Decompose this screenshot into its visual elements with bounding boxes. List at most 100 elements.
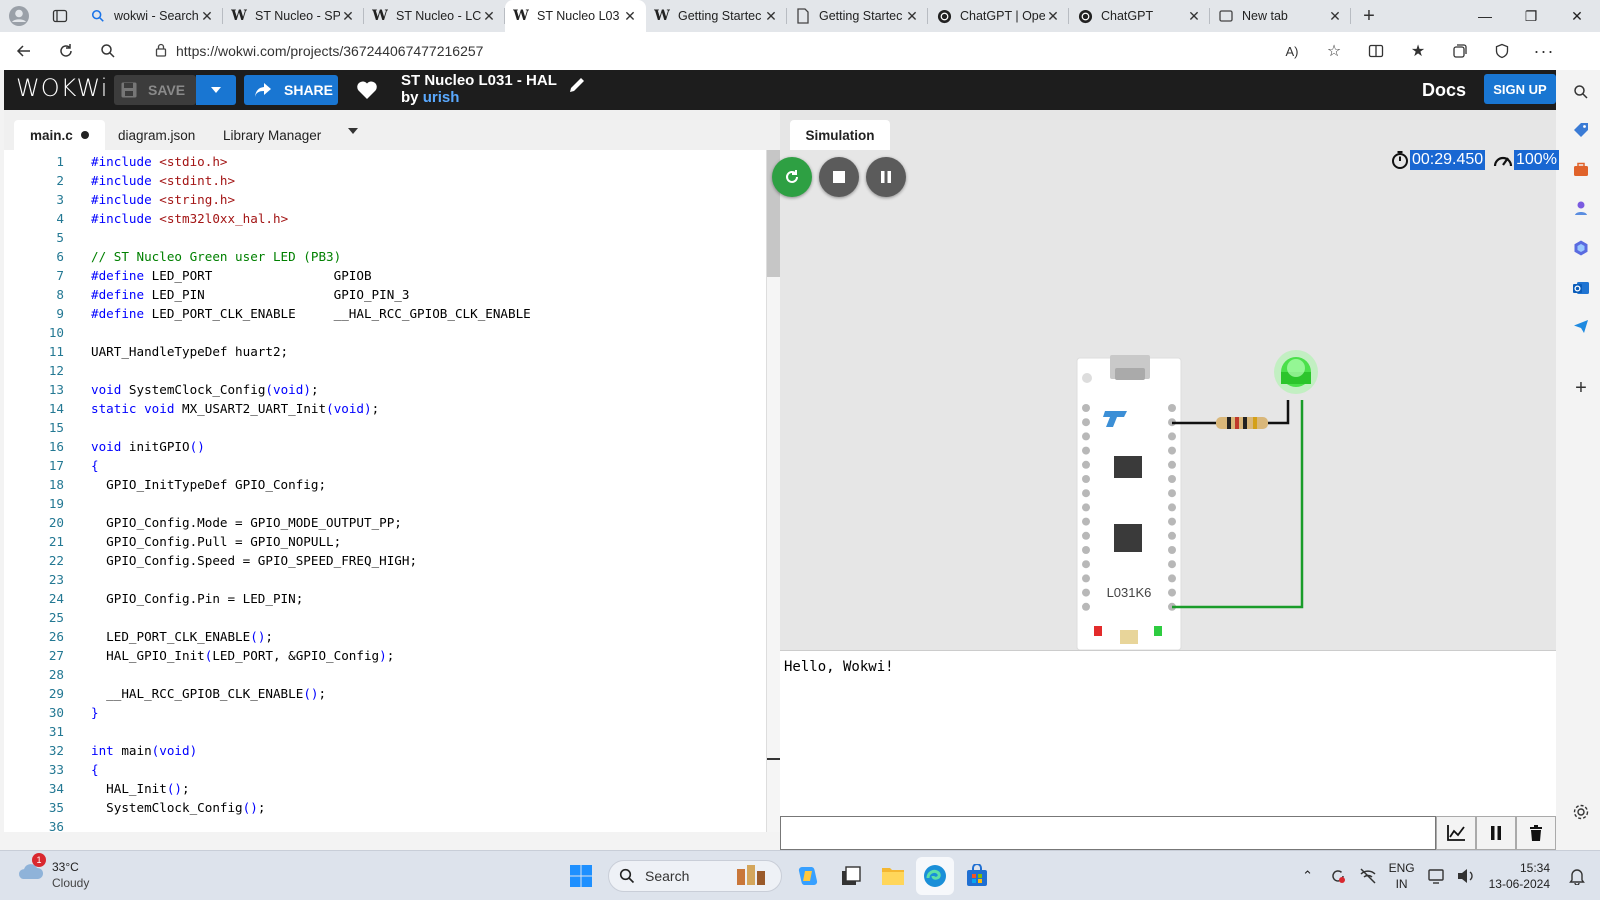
taskbar-task-view[interactable] — [832, 857, 870, 895]
lock-icon[interactable] — [146, 43, 176, 60]
url-text[interactable]: https://wokwi.com/projects/3672440674772… — [176, 43, 483, 59]
weather-widget[interactable]: 1 33°C Cloudy — [18, 853, 89, 891]
read-aloud-icon[interactable]: A) — [1274, 36, 1310, 66]
browser-tab[interactable]: W Getting Startec ✕ — [646, 0, 787, 32]
tab-diagram-json[interactable]: diagram.json — [102, 120, 211, 150]
code-line[interactable]: 9 #define LED_PORT_CLK_ENABLE __HAL_RCC_G… — [4, 304, 754, 323]
close-tab-icon[interactable]: ✕ — [1045, 8, 1061, 25]
code-line[interactable]: 12 — [4, 361, 754, 380]
browser-essentials-icon[interactable] — [1484, 36, 1520, 66]
close-tab-icon[interactable]: ✕ — [340, 8, 356, 25]
add-sidebar-app-icon[interactable]: + — [1569, 376, 1593, 400]
save-button[interactable]: SAVE — [114, 75, 196, 105]
outlook-icon[interactable] — [1569, 276, 1593, 300]
code-line[interactable]: 3 #include <string.h> — [4, 190, 754, 209]
code-line[interactable]: 6 // ST Nucleo Green user LED (PB3) — [4, 247, 754, 266]
circuit-canvas[interactable]: L031K6 — [780, 110, 1556, 650]
code-line[interactable]: 2 #include <stdint.h> — [4, 171, 754, 190]
browser-tab[interactable]: wokwi - Search ✕ — [82, 0, 223, 32]
search-button[interactable] — [90, 35, 126, 67]
docs-link[interactable]: Docs — [1422, 80, 1466, 101]
shopping-tag-icon[interactable] — [1569, 118, 1593, 142]
profile-button[interactable] — [0, 0, 38, 32]
close-tab-icon[interactable]: ✕ — [481, 8, 497, 25]
wokwi-logo[interactable]: WOKWi — [16, 74, 108, 102]
send-icon[interactable] — [1569, 314, 1593, 338]
taskbar-edge[interactable] — [916, 857, 954, 895]
favorites-icon[interactable]: ★ — [1400, 36, 1436, 66]
refresh-button[interactable] — [48, 35, 84, 67]
resistor[interactable] — [1216, 417, 1268, 429]
notification-bell-icon[interactable] — [1562, 867, 1592, 885]
taskbar-file-explorer[interactable] — [874, 857, 912, 895]
show-hidden-icons-chevron[interactable]: ⌃ — [1293, 868, 1323, 884]
clear-serial-button[interactable] — [1516, 816, 1556, 850]
code-line[interactable]: 30} — [4, 703, 754, 722]
code-line[interactable]: 16 void initGPIO() — [4, 437, 754, 456]
browser-tab[interactable]: ChatGPT | Ope ✕ — [928, 0, 1069, 32]
code-line[interactable]: 19 — [4, 494, 754, 513]
code-line[interactable]: 35 SystemClock_Config(); — [4, 798, 754, 817]
browser-tab[interactable]: Getting Startec ✕ — [787, 0, 928, 32]
volume-icon[interactable] — [1451, 867, 1481, 885]
code-line[interactable]: 24 GPIO_Config.Pin = LED_PIN; — [4, 589, 754, 608]
code-line[interactable]: 28 — [4, 665, 754, 684]
code-line[interactable]: 27 HAL_GPIO_Init(LED_PORT, &GPIO_Config)… — [4, 646, 754, 665]
split-screen-icon[interactable] — [1358, 36, 1394, 66]
back-button[interactable] — [6, 35, 42, 67]
restore-button[interactable]: ❐ — [1508, 0, 1554, 32]
code-line[interactable]: 15 — [4, 418, 754, 437]
sidebar-search-icon[interactable] — [1569, 80, 1593, 104]
sidebar-settings-icon[interactable] — [1569, 800, 1593, 824]
code-line[interactable]: 26 LED_PORT_CLK_ENABLE(); — [4, 627, 754, 646]
editor-scrollbar[interactable] — [766, 150, 781, 832]
close-tab-icon[interactable]: ✕ — [199, 8, 215, 25]
code-line[interactable]: 29 __HAL_RCC_GPIOB_CLK_ENABLE(); — [4, 684, 754, 703]
browser-tab[interactable]: New tab ✕ — [1210, 0, 1351, 32]
green-led[interactable] — [1274, 350, 1318, 394]
taskbar-search[interactable]: Search — [608, 860, 782, 892]
save-options-dropdown[interactable] — [196, 75, 236, 105]
close-tab-icon[interactable]: ✕ — [1327, 8, 1343, 25]
system-clock[interactable]: 15:34 13-06-2024 — [1489, 860, 1550, 892]
tab-library-manager[interactable]: Library Manager — [207, 120, 337, 150]
code-line[interactable]: 11 UART_HandleTypeDef huart2; — [4, 342, 754, 361]
url-field[interactable]: https://wokwi.com/projects/3672440674772… — [146, 36, 1306, 66]
microsoft365-icon[interactable] — [1569, 236, 1593, 260]
favorite-star-icon[interactable]: ☆ — [1316, 36, 1352, 66]
plotter-button[interactable] — [1436, 816, 1476, 850]
browser-tab[interactable]: W ST Nucleo - SP ✕ — [223, 0, 364, 32]
tab-main-c[interactable]: main.c — [14, 120, 105, 150]
code-line[interactable]: 4 #include <stm32l0xx_hal.h> — [4, 209, 754, 228]
sync-icon[interactable] — [1323, 867, 1353, 885]
taskbar-store[interactable] — [958, 857, 996, 895]
code-line[interactable]: 8 #define LED_PIN GPIO_PIN_3 — [4, 285, 754, 304]
pause-serial-button[interactable] — [1476, 816, 1516, 850]
display-icon[interactable] — [1421, 867, 1451, 885]
close-tab-icon[interactable]: ✕ — [763, 8, 779, 25]
edit-pencil-icon[interactable] — [568, 76, 586, 99]
author-link[interactable]: urish — [423, 89, 460, 106]
network-off-icon[interactable] — [1353, 867, 1383, 885]
collections-icon[interactable] — [1442, 36, 1478, 66]
close-tab-icon[interactable]: ✕ — [904, 8, 920, 25]
more-tabs-chevron-icon[interactable] — [348, 128, 358, 134]
tab-actions-button[interactable] — [38, 0, 82, 32]
code-line[interactable]: 14 static void MX_USART2_UART_Init(void); — [4, 399, 754, 418]
games-icon[interactable] — [1569, 196, 1593, 220]
start-button[interactable] — [562, 857, 600, 895]
close-tab-icon[interactable]: ✕ — [622, 8, 638, 25]
browser-tab[interactable]: W ST Nucleo L03 ✕ — [505, 0, 646, 32]
like-heart-icon[interactable] — [356, 80, 378, 105]
minimize-button[interactable]: — — [1462, 0, 1508, 32]
more-menu-icon[interactable]: ··· — [1526, 36, 1562, 66]
code-area[interactable]: 1 #include <stdio.h> 2 #include <stdint.h> 3… — [4, 152, 754, 832]
code-line[interactable]: 36 — [4, 817, 754, 832]
browser-tab[interactable]: ChatGPT ✕ — [1069, 0, 1210, 32]
close-window-button[interactable]: ✕ — [1554, 0, 1600, 32]
code-line[interactable]: 7 #define LED_PORT GPIOB — [4, 266, 754, 285]
code-line[interactable]: 23 — [4, 570, 754, 589]
close-tab-icon[interactable]: ✕ — [1186, 8, 1202, 25]
code-line[interactable]: 1 #include <stdio.h> — [4, 152, 754, 171]
share-button[interactable]: SHARE — [244, 75, 338, 105]
